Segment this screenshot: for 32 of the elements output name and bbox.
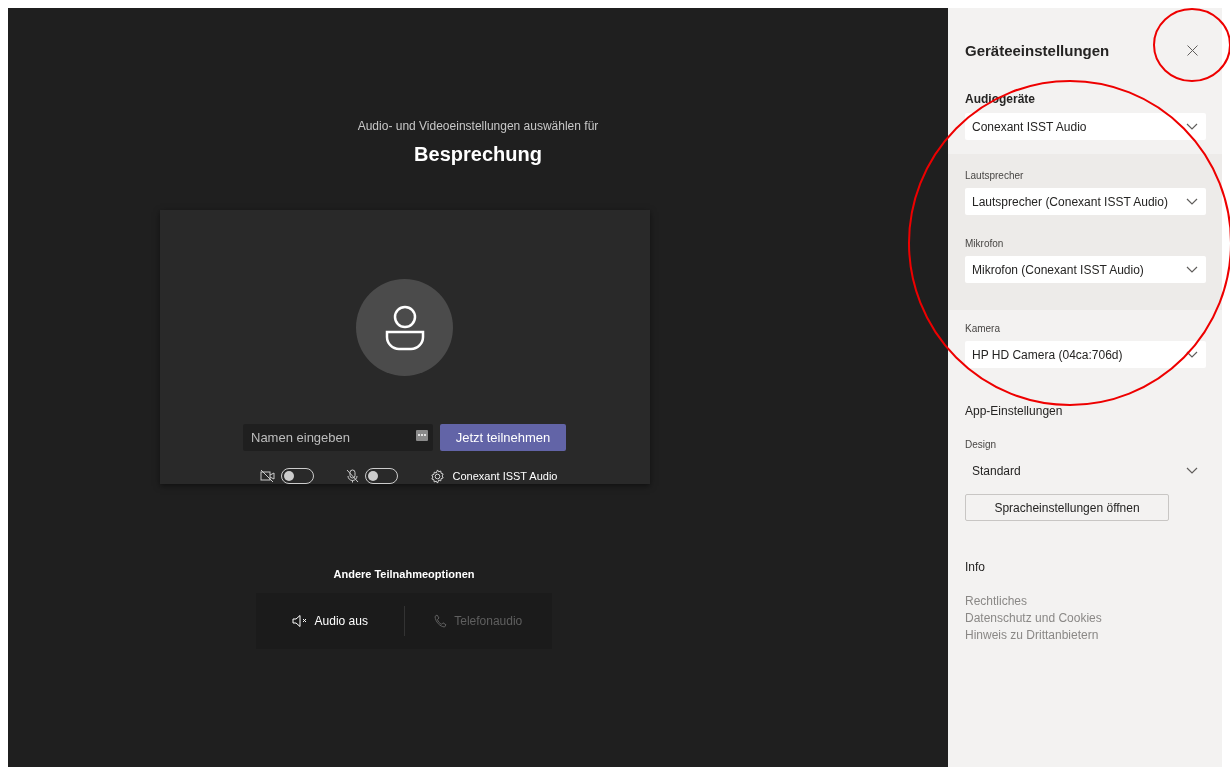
more-icon (416, 430, 428, 441)
close-icon[interactable] (1185, 43, 1200, 58)
dropdown[interactable]: Conexant ISST Audio (965, 113, 1206, 140)
microphone-off-icon (345, 469, 359, 483)
speaker-mute-icon (291, 614, 308, 628)
dropdown[interactable]: Standard (965, 457, 1206, 484)
field-label: Kamera (965, 323, 1001, 334)
chevron-down-icon (1186, 197, 1198, 206)
section-heading: App-Einstellungen (965, 404, 1064, 418)
dropdown[interactable]: Mikrofon (Conexant ISST Audio) (965, 256, 1206, 283)
section-title: Andere Teilnahmeoptionen (333, 568, 475, 580)
chevron-down-icon (1186, 122, 1198, 131)
section-heading: Info (965, 560, 986, 574)
dropdown[interactable]: HP HD Camera (04ca:706d) (965, 341, 1206, 368)
dropdown[interactable]: Lautsprecher (Conexant ISST Audio) (965, 188, 1206, 215)
chevron-down-icon (1186, 265, 1198, 274)
chevron-down-icon (1186, 466, 1198, 475)
join-button[interactable]: Jetzt teilnehmen (440, 424, 566, 451)
phone-icon (434, 614, 448, 628)
chevron-down-icon (1186, 350, 1198, 359)
option-button[interactable]: Audio aus (256, 593, 404, 649)
field-label: Lautsprecher (965, 170, 1025, 181)
field-label: Design (965, 439, 998, 450)
panel-title: Geräteeinstellungen (965, 42, 1110, 59)
settings-icon[interactable] (429, 468, 445, 484)
meeting-title: Besprechung (414, 143, 542, 166)
field-label: Mikrofon (965, 238, 1005, 249)
camera-off-icon (259, 470, 275, 482)
audio-device-label[interactable]: Conexant ISST Audio (452, 470, 558, 482)
subtitle: Audio- und Videoeinstellungen auswählen für (357, 119, 599, 133)
language-settings-button[interactable]: Spracheinstellungen öffnen (965, 494, 1169, 521)
name-field[interactable]: Namen eingeben (243, 424, 433, 451)
